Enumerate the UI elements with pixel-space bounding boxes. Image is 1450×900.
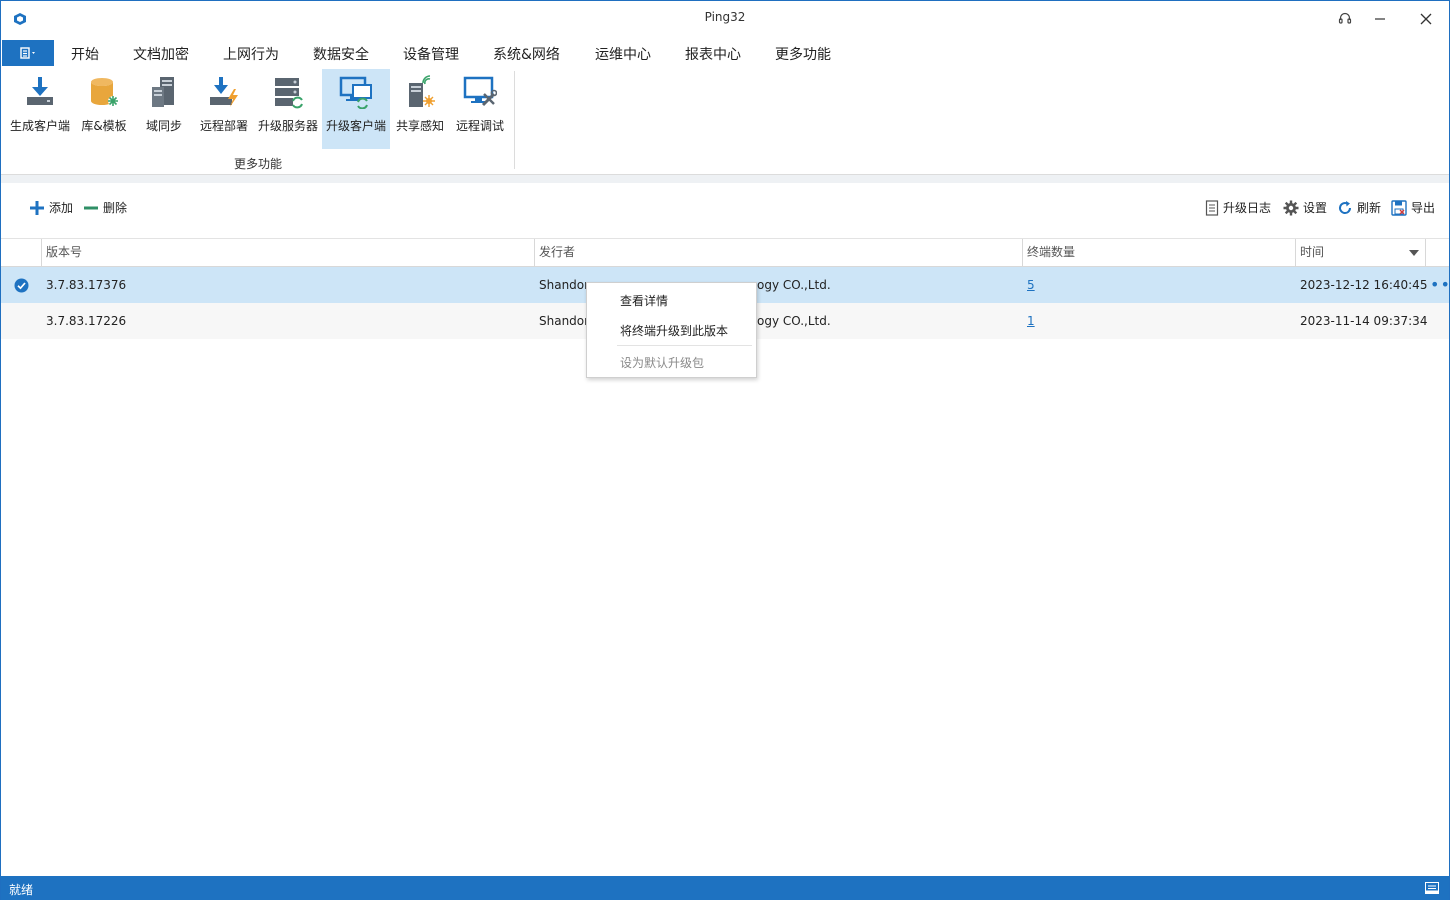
remote-deploy-icon (210, 77, 238, 107)
domain-sync-icon (152, 77, 174, 107)
upgrade-log-label: 升级日志 (1223, 201, 1272, 215)
add-label: 添加 (49, 201, 74, 215)
settings-label: 设置 (1303, 201, 1328, 215)
settings-button[interactable]: 设置 (1283, 199, 1327, 216)
refresh-icon (1339, 200, 1352, 214)
ribbon-tabs: 开始 文档加密 上网行为 数据安全 设备管理 系统&网络 运维中心 报表中心 更… (1, 37, 1449, 69)
library-template-button[interactable]: 库&模板 (75, 69, 133, 149)
menu-icon (20, 47, 35, 59)
cell-version: 3.7.83.17376 (46, 278, 127, 292)
ribbon-button-label: 远程调试 (455, 119, 504, 133)
cell-publisher-tail: ogy CO.,Ltd. (757, 314, 831, 328)
menu-item-upgrade-terminals[interactable]: 将终端升级到此版本 (620, 322, 728, 339)
refresh-button[interactable]: 刷新 (1337, 199, 1381, 216)
checkmark-icon[interactable] (14, 278, 29, 293)
minimize-button[interactable] (1366, 7, 1394, 31)
share-aware-button[interactable]: 共享感知 (393, 69, 447, 149)
cell-publisher: Shandon (539, 278, 592, 292)
headset-icon (1338, 12, 1352, 24)
upgrade-server-icon (275, 78, 303, 109)
more-options-icon[interactable]: ••• (1430, 267, 1450, 303)
tab-report-center[interactable]: 报表中心 (685, 44, 741, 64)
remote-deploy-button[interactable]: 远程部署 (195, 69, 253, 149)
cell-terminal-count-link[interactable]: 5 (1027, 267, 1035, 303)
add-button[interactable]: 添加 (29, 199, 73, 216)
ribbon-panel: 生成客户端 库&模板 域同步 远程部署 升级服务器 升级客户端 共享感知 远程调… (1, 67, 1449, 175)
generate-client-button[interactable]: 生成客户端 (7, 69, 73, 149)
sort-dropdown-icon[interactable] (1408, 249, 1420, 257)
minimize-icon (1375, 18, 1385, 20)
support-button[interactable] (1331, 7, 1359, 31)
column-header-publisher[interactable]: 发行者 (534, 239, 1022, 267)
column-header-time[interactable]: 时间 (1295, 239, 1425, 267)
ribbon-group-divider (514, 71, 515, 169)
context-menu: 查看详情 将终端升级到此版本 设为默认升级包 (586, 282, 757, 378)
tab-data-security[interactable]: 数据安全 (313, 44, 369, 64)
export-label: 导出 (1411, 201, 1436, 215)
log-document-icon (1205, 199, 1219, 216)
ribbon-button-label: 远程部署 (199, 119, 248, 133)
panel-toggle-icon[interactable] (1425, 882, 1439, 894)
tab-more-features[interactable]: 更多功能 (773, 44, 833, 69)
cell-time: 2023-11-14 09:37:34 (1300, 314, 1428, 328)
gear-icon (1283, 200, 1299, 215)
cell-publisher-tail: ogy CO.,Ltd. (757, 278, 831, 292)
cell-time: 2023-12-12 16:40:45 (1300, 278, 1428, 292)
plus-icon (30, 200, 44, 215)
ribbon-button-label: 库&模板 (81, 119, 127, 133)
close-icon (1420, 13, 1432, 25)
menu-item-set-default-package[interactable]: 设为默认升级包 (620, 354, 704, 371)
column-header-spacer (1425, 239, 1449, 267)
ribbon-button-label: 域同步 (145, 119, 182, 133)
ribbon-button-label: 生成客户端 (9, 119, 70, 133)
status-bar: 就绪 (1, 876, 1449, 900)
ribbon-button-label: 共享感知 (395, 119, 444, 133)
share-aware-icon (409, 75, 435, 107)
status-text: 就绪 (9, 883, 34, 897)
ribbon-button-label: 升级服务器 (257, 119, 318, 133)
tab-doc-encrypt[interactable]: 文档加密 (133, 44, 189, 64)
tab-start[interactable]: 开始 (71, 44, 99, 64)
menu-item-view-details[interactable]: 查看详情 (620, 292, 668, 309)
ribbon-group-label: 更多功能 (234, 157, 283, 171)
remote-debug-icon (463, 76, 497, 107)
ribbon-button-label: 升级客户端 (325, 119, 386, 133)
delete-label: 删除 (103, 201, 128, 215)
export-save-icon (1391, 199, 1407, 216)
upgrade-server-button[interactable]: 升级服务器 (255, 69, 321, 149)
domain-sync-button[interactable]: 域同步 (137, 69, 191, 149)
upgrade-client-button[interactable]: 升级客户端 (322, 69, 390, 149)
tab-ops-center[interactable]: 运维中心 (595, 44, 651, 64)
cell-publisher: Shandon (539, 314, 592, 328)
tab-device-mgmt[interactable]: 设备管理 (403, 44, 459, 64)
grid-header: 版本号 发行者 终端数量 时间 (1, 238, 1449, 267)
file-menu-button[interactable] (2, 40, 54, 66)
menu-separator (617, 345, 752, 346)
column-header-version[interactable]: 版本号 (41, 239, 534, 267)
window-title: Ping32 (704, 10, 746, 24)
delete-button[interactable]: 删除 (83, 199, 127, 216)
title-bar: Ping32 (1, 1, 1449, 36)
app-window: Ping32 开始 文档加密 上网行为 数据安全 设备管理 系统&网络 运维中心… (0, 0, 1450, 900)
export-button[interactable]: 导出 (1391, 199, 1435, 216)
upgrade-log-button[interactable]: 升级日志 (1205, 199, 1271, 216)
database-template-icon (91, 78, 118, 106)
column-header-terminal-count[interactable]: 终端数量 (1022, 239, 1295, 267)
minus-icon (84, 206, 98, 209)
remote-debug-button[interactable]: 远程调试 (452, 69, 508, 149)
ribbon-divider-band (1, 175, 1449, 183)
download-client-icon (27, 77, 53, 105)
cell-terminal-count-link[interactable]: 1 (1027, 303, 1035, 339)
refresh-label: 刷新 (1357, 201, 1382, 215)
tab-system-network[interactable]: 系统&网络 (493, 44, 560, 64)
list-toolbar: 添加 删除 升级日志 设置 刷新 导出 (1, 195, 1449, 225)
upgrade-client-icon (339, 76, 372, 109)
close-button[interactable] (1412, 7, 1440, 31)
cell-version: 3.7.83.17226 (46, 314, 127, 328)
tab-web-behavior[interactable]: 上网行为 (223, 44, 279, 64)
